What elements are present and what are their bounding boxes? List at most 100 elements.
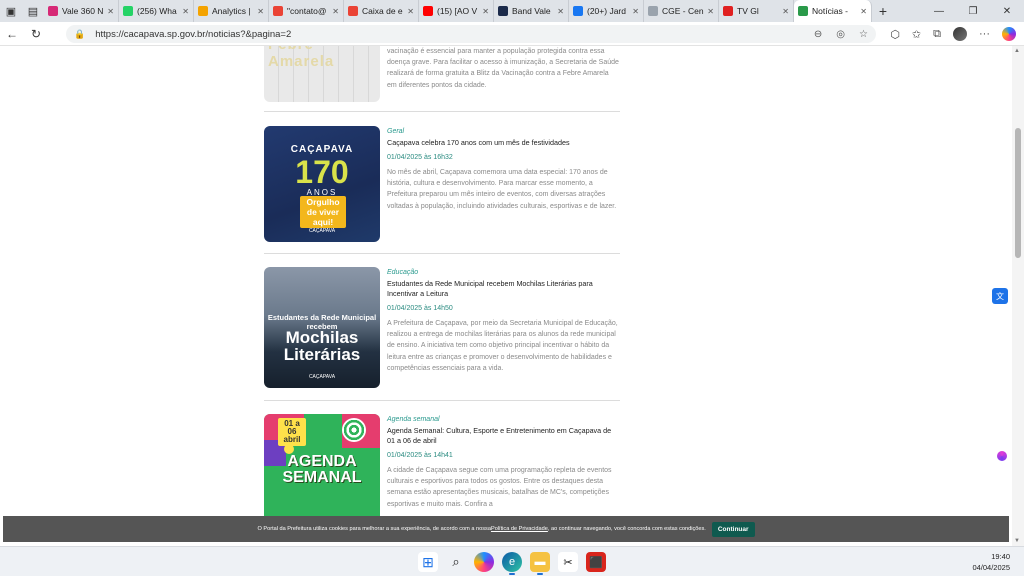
tab-label: (15) [AO V <box>437 6 478 16</box>
tab-label: Analytics | <box>212 6 251 16</box>
windows-taskbar: ⊞ ⌕ e ▬ ✂ ⬛ 19:40 04/04/2025 <box>0 546 1024 576</box>
zoom-icon[interactable]: ⊖ <box>814 29 822 40</box>
workspaces-icon[interactable]: ▣ <box>0 0 22 22</box>
close-tab-icon[interactable]: ✕ <box>482 7 489 16</box>
pdf-reader-icon[interactable]: ⬛ <box>586 552 606 572</box>
capcut-icon[interactable]: ✂ <box>558 552 578 572</box>
start-icon[interactable]: ⊞ <box>418 552 438 572</box>
instagram-icon <box>48 6 58 16</box>
close-tab-icon[interactable]: ✕ <box>860 7 867 16</box>
close-tab-icon[interactable]: ✕ <box>257 7 264 16</box>
translate-icon[interactable]: 文 <box>992 288 1008 304</box>
news-description: No mês de abril, Caçapava comemora uma d… <box>387 169 617 210</box>
close-tab-icon[interactable]: ✕ <box>782 7 789 16</box>
clock-time: 19:40 <box>991 552 1010 561</box>
browser-tab[interactable]: Notícias - ✕ <box>794 0 872 22</box>
privacy-policy-link[interactable]: Política de Privacidade <box>491 526 548 532</box>
accessibility-widget-icon[interactable] <box>997 451 1007 461</box>
collections-icon[interactable]: ⧉ <box>933 28 941 41</box>
tab-strip: ▣ ▤ Vale 360 N ✕ (256) Wha ✕ Analytics | ✕ "co… <box>0 0 1024 22</box>
back-button[interactable]: ← <box>0 22 24 46</box>
favorite-star-icon[interactable]: ☆ <box>859 29 868 40</box>
edge-icon[interactable]: e <box>502 552 522 575</box>
close-tab-icon[interactable]: ✕ <box>407 7 414 16</box>
news-item[interactable]: Febre Amarela vacinação é essencial para… <box>264 46 620 112</box>
cacapava-icon <box>798 6 808 16</box>
browser-tab[interactable]: Vale 360 N ✕ <box>44 0 119 22</box>
browser-tab[interactable]: Band Vale ✕ <box>494 0 569 22</box>
reader-icon[interactable]: ◎ <box>836 29 845 40</box>
browser-tab[interactable]: (20+) Jard ✕ <box>569 0 644 22</box>
copilot-icon[interactable] <box>1002 27 1016 41</box>
news-description: A Prefeitura de Caçapava, por meio da Se… <box>387 320 618 372</box>
close-window-button[interactable]: ✕ <box>990 0 1024 22</box>
band-icon <box>498 6 508 16</box>
news-list: Febre Amarela vacinação é essencial para… <box>264 46 620 541</box>
browser-tab[interactable]: CGE - Cen ✕ <box>644 0 719 22</box>
news-date: 01/04/2025 às 16h32 <box>387 154 453 161</box>
news-thumbnail[interactable]: CAÇAPAVA 170 ANOS Orgulho de viver aqui!… <box>264 126 380 242</box>
scroll-down-icon[interactable]: ▼ <box>1014 538 1020 544</box>
search-icon[interactable]: ⌕ <box>446 552 466 572</box>
browser-tab[interactable]: Analytics | ✕ <box>194 0 269 22</box>
browser-tab[interactable]: (15) [AO V ✕ <box>419 0 494 22</box>
thumbnail-title: Mochilas Literárias <box>283 328 361 364</box>
close-tab-icon[interactable]: ✕ <box>182 7 189 16</box>
gmail-icon <box>348 6 358 16</box>
news-description: vacinação é essencial para manter a popu… <box>387 48 619 89</box>
favorites-icon[interactable]: ✩ <box>912 28 921 41</box>
scroll-up-icon[interactable]: ▲ <box>1014 48 1020 54</box>
close-tab-icon[interactable]: ✕ <box>632 7 639 16</box>
thumbnail-number: 170 <box>295 154 349 190</box>
close-tab-icon[interactable]: ✕ <box>707 7 714 16</box>
gmail-icon <box>273 6 283 16</box>
tab-actions-icon[interactable]: ▤ <box>22 0 44 22</box>
news-date: 01/04/2025 às 14h50 <box>387 305 453 312</box>
news-thumbnail[interactable]: Estudantes da Rede Municipal recebem Moc… <box>264 267 380 388</box>
news-date: 01/04/2025 às 14h41 <box>387 452 453 459</box>
new-tab-button[interactable]: + <box>872 3 894 19</box>
analytics-icon <box>198 6 208 16</box>
close-tab-icon[interactable]: ✕ <box>332 7 339 16</box>
maximize-button[interactable]: ❐ <box>956 0 990 22</box>
scrollbar-thumb[interactable] <box>1015 128 1021 258</box>
refresh-button[interactable]: ↻ <box>24 22 48 46</box>
file-explorer-icon[interactable]: ▬ <box>530 552 550 575</box>
cookie-continue-button[interactable]: Continuar <box>711 521 755 537</box>
thumbnail-caption: Febre Amarela <box>268 46 335 70</box>
browser-tab[interactable]: Caixa de e ✕ <box>344 0 419 22</box>
menu-icon[interactable]: ··· <box>979 28 990 40</box>
lock-icon[interactable]: 🔒 <box>74 29 85 40</box>
news-item[interactable]: Estudantes da Rede Municipal recebem Moc… <box>264 254 620 401</box>
thumbnail-dates: 01 a 06 abril <box>278 418 306 446</box>
close-tab-icon[interactable]: ✕ <box>107 7 114 16</box>
tab-label: (20+) Jard <box>587 6 626 16</box>
minimize-button[interactable]: — <box>922 0 956 22</box>
news-title[interactable]: Agenda Semanal: Cultura, Esporte e Entre… <box>387 426 619 446</box>
page-scrollbar[interactable]: ▲ ▼ <box>1012 46 1024 546</box>
system-clock[interactable]: 19:40 04/04/2025 <box>972 551 1010 573</box>
news-title[interactable]: Estudantes da Rede Municipal recebem Moc… <box>387 279 619 299</box>
news-title[interactable]: Caçapava celebra 170 anos com um mês de … <box>387 138 619 148</box>
url-text[interactable]: https://cacapava.sp.gov.br/noticias?&pag… <box>95 29 291 40</box>
browser-tab[interactable]: "contato@ ✕ <box>269 0 344 22</box>
browser-tab[interactable]: (256) Wha ✕ <box>119 0 194 22</box>
whatsapp-icon <box>123 6 133 16</box>
cookie-banner: O Portal da Prefeitura utiliza cookies p… <box>3 516 1009 542</box>
news-thumbnail[interactable]: 01 a 06 abril AGENDA SEMANAL <box>264 414 380 532</box>
tab-label: TV Gl <box>737 6 759 16</box>
cookie-text-end: , ao continuar navegando, você concorda … <box>547 526 706 532</box>
news-category[interactable]: Agenda semanal <box>387 416 619 423</box>
facebook-icon <box>573 6 583 16</box>
address-bar[interactable]: 🔒 https://cacapava.sp.gov.br/noticias?&p… <box>66 25 876 43</box>
news-item[interactable]: CAÇAPAVA 170 ANOS Orgulho de viver aqui!… <box>264 112 620 254</box>
browser-tab[interactable]: TV Gl ✕ <box>719 0 794 22</box>
youtube-icon <box>423 6 433 16</box>
news-category[interactable]: Geral <box>387 128 619 135</box>
copilot-taskbar-icon[interactable] <box>474 552 494 572</box>
close-tab-icon[interactable]: ✕ <box>557 7 564 16</box>
profile-avatar[interactable] <box>953 27 967 41</box>
news-thumbnail[interactable]: Febre Amarela <box>264 46 380 102</box>
extensions-icon[interactable]: ⬡ <box>890 28 900 41</box>
news-category[interactable]: Educação <box>387 269 619 276</box>
